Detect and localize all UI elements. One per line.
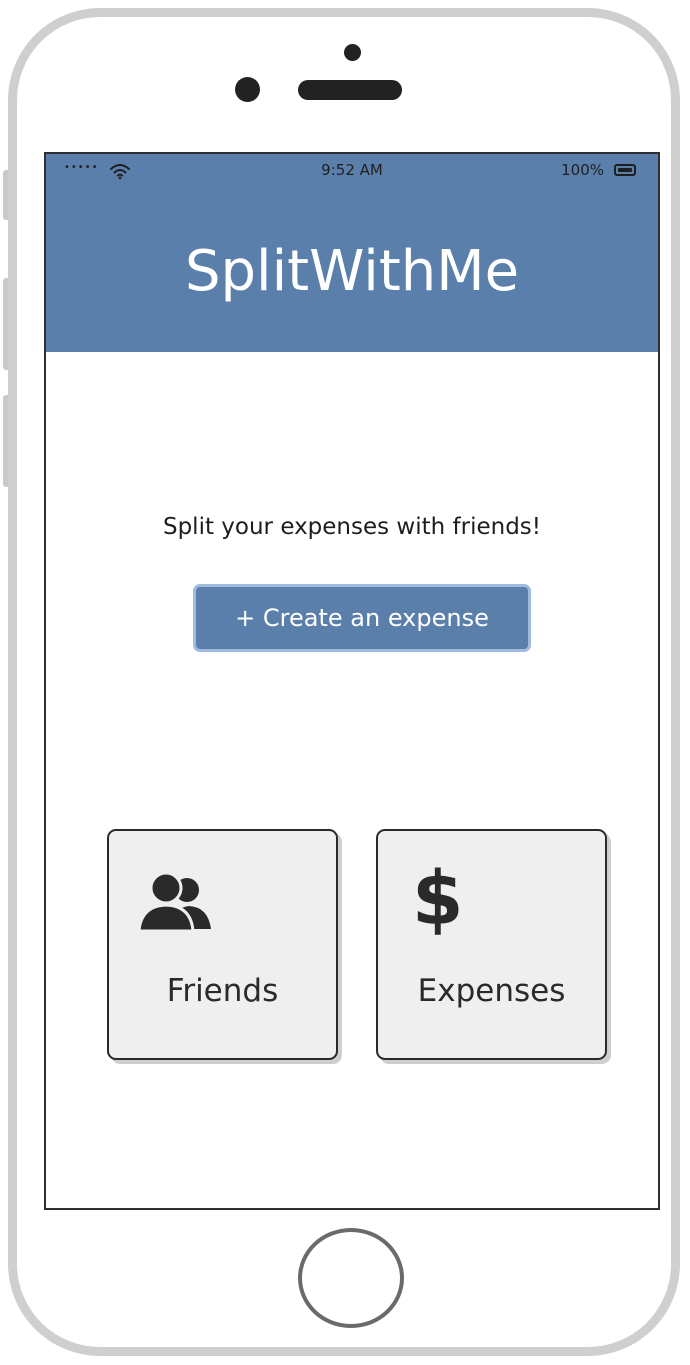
battery-icon — [614, 164, 636, 176]
dollar-icon: $ — [412, 856, 464, 942]
battery-percentage: 100% — [561, 161, 604, 179]
people-icon — [137, 871, 211, 933]
expenses-tile[interactable]: $ Expenses — [376, 829, 607, 1060]
create-expense-button[interactable]: + Create an expense — [193, 584, 531, 652]
app-title: SplitWithMe — [184, 239, 520, 304]
friends-tile[interactable]: Friends — [107, 829, 338, 1060]
earpiece-speaker — [298, 80, 402, 100]
status-bar: ••••• 9:52 AM 100% — [46, 154, 658, 188]
friends-label: Friends — [166, 973, 279, 1009]
tagline: Split your expenses with friends! — [162, 514, 542, 540]
app-header: ••••• 9:52 AM 100% SplitWithMe — [46, 154, 658, 352]
proximity-sensor — [344, 44, 361, 61]
front-camera — [235, 77, 260, 102]
phone-screen: ••••• 9:52 AM 100% SplitWithMe Split you… — [44, 152, 660, 1210]
home-button[interactable] — [298, 1228, 404, 1328]
expenses-label: Expenses — [417, 973, 566, 1009]
